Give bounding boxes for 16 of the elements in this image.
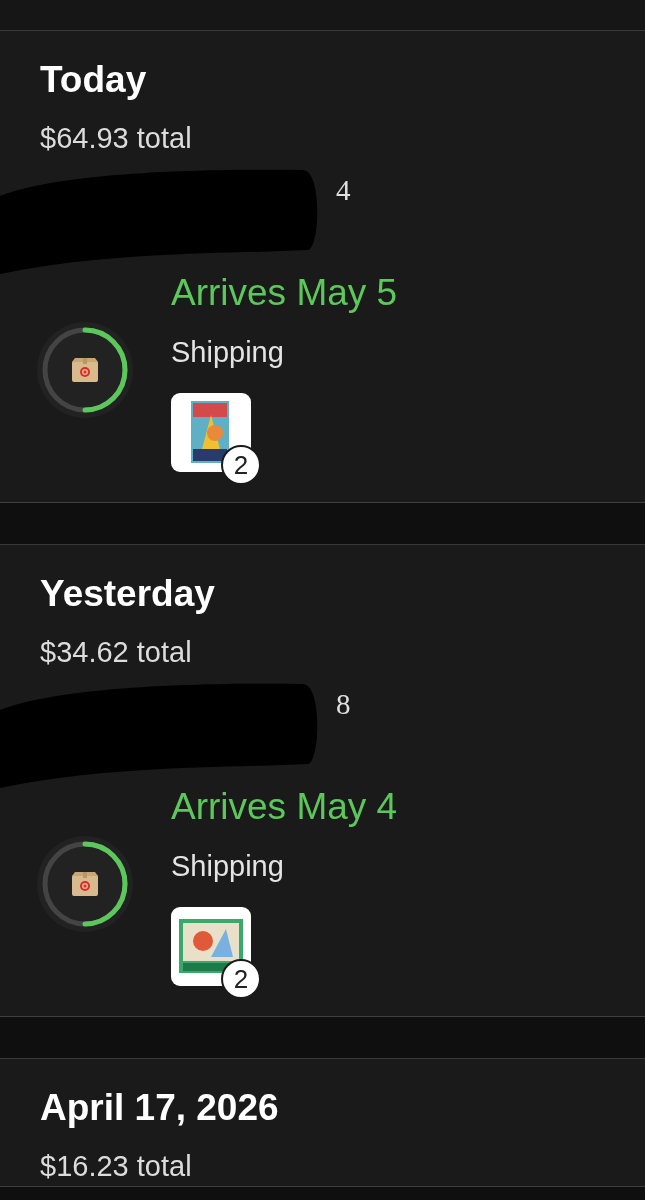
order-total: $34.62 total [40, 635, 192, 670]
arrival-date: Arrives May 5 [171, 271, 398, 315]
order-date: Yesterday [40, 572, 216, 616]
order-number: 4 [336, 173, 351, 208]
box-icon [72, 358, 98, 382]
order-total: $64.93 total [40, 121, 192, 156]
arrival-date: Arrives May 4 [171, 785, 398, 829]
order-number: 8 [336, 687, 351, 722]
order-total: $16.23 total [40, 1149, 192, 1184]
item-count-badge: 2 [221, 959, 261, 999]
shipping-status: Shipping [171, 335, 284, 370]
order-date: Today [40, 58, 148, 102]
item-count-badge: 2 [221, 445, 261, 485]
shipping-status: Shipping [171, 849, 284, 884]
order-date: April 17, 2026 [40, 1086, 280, 1130]
box-icon [72, 872, 98, 896]
